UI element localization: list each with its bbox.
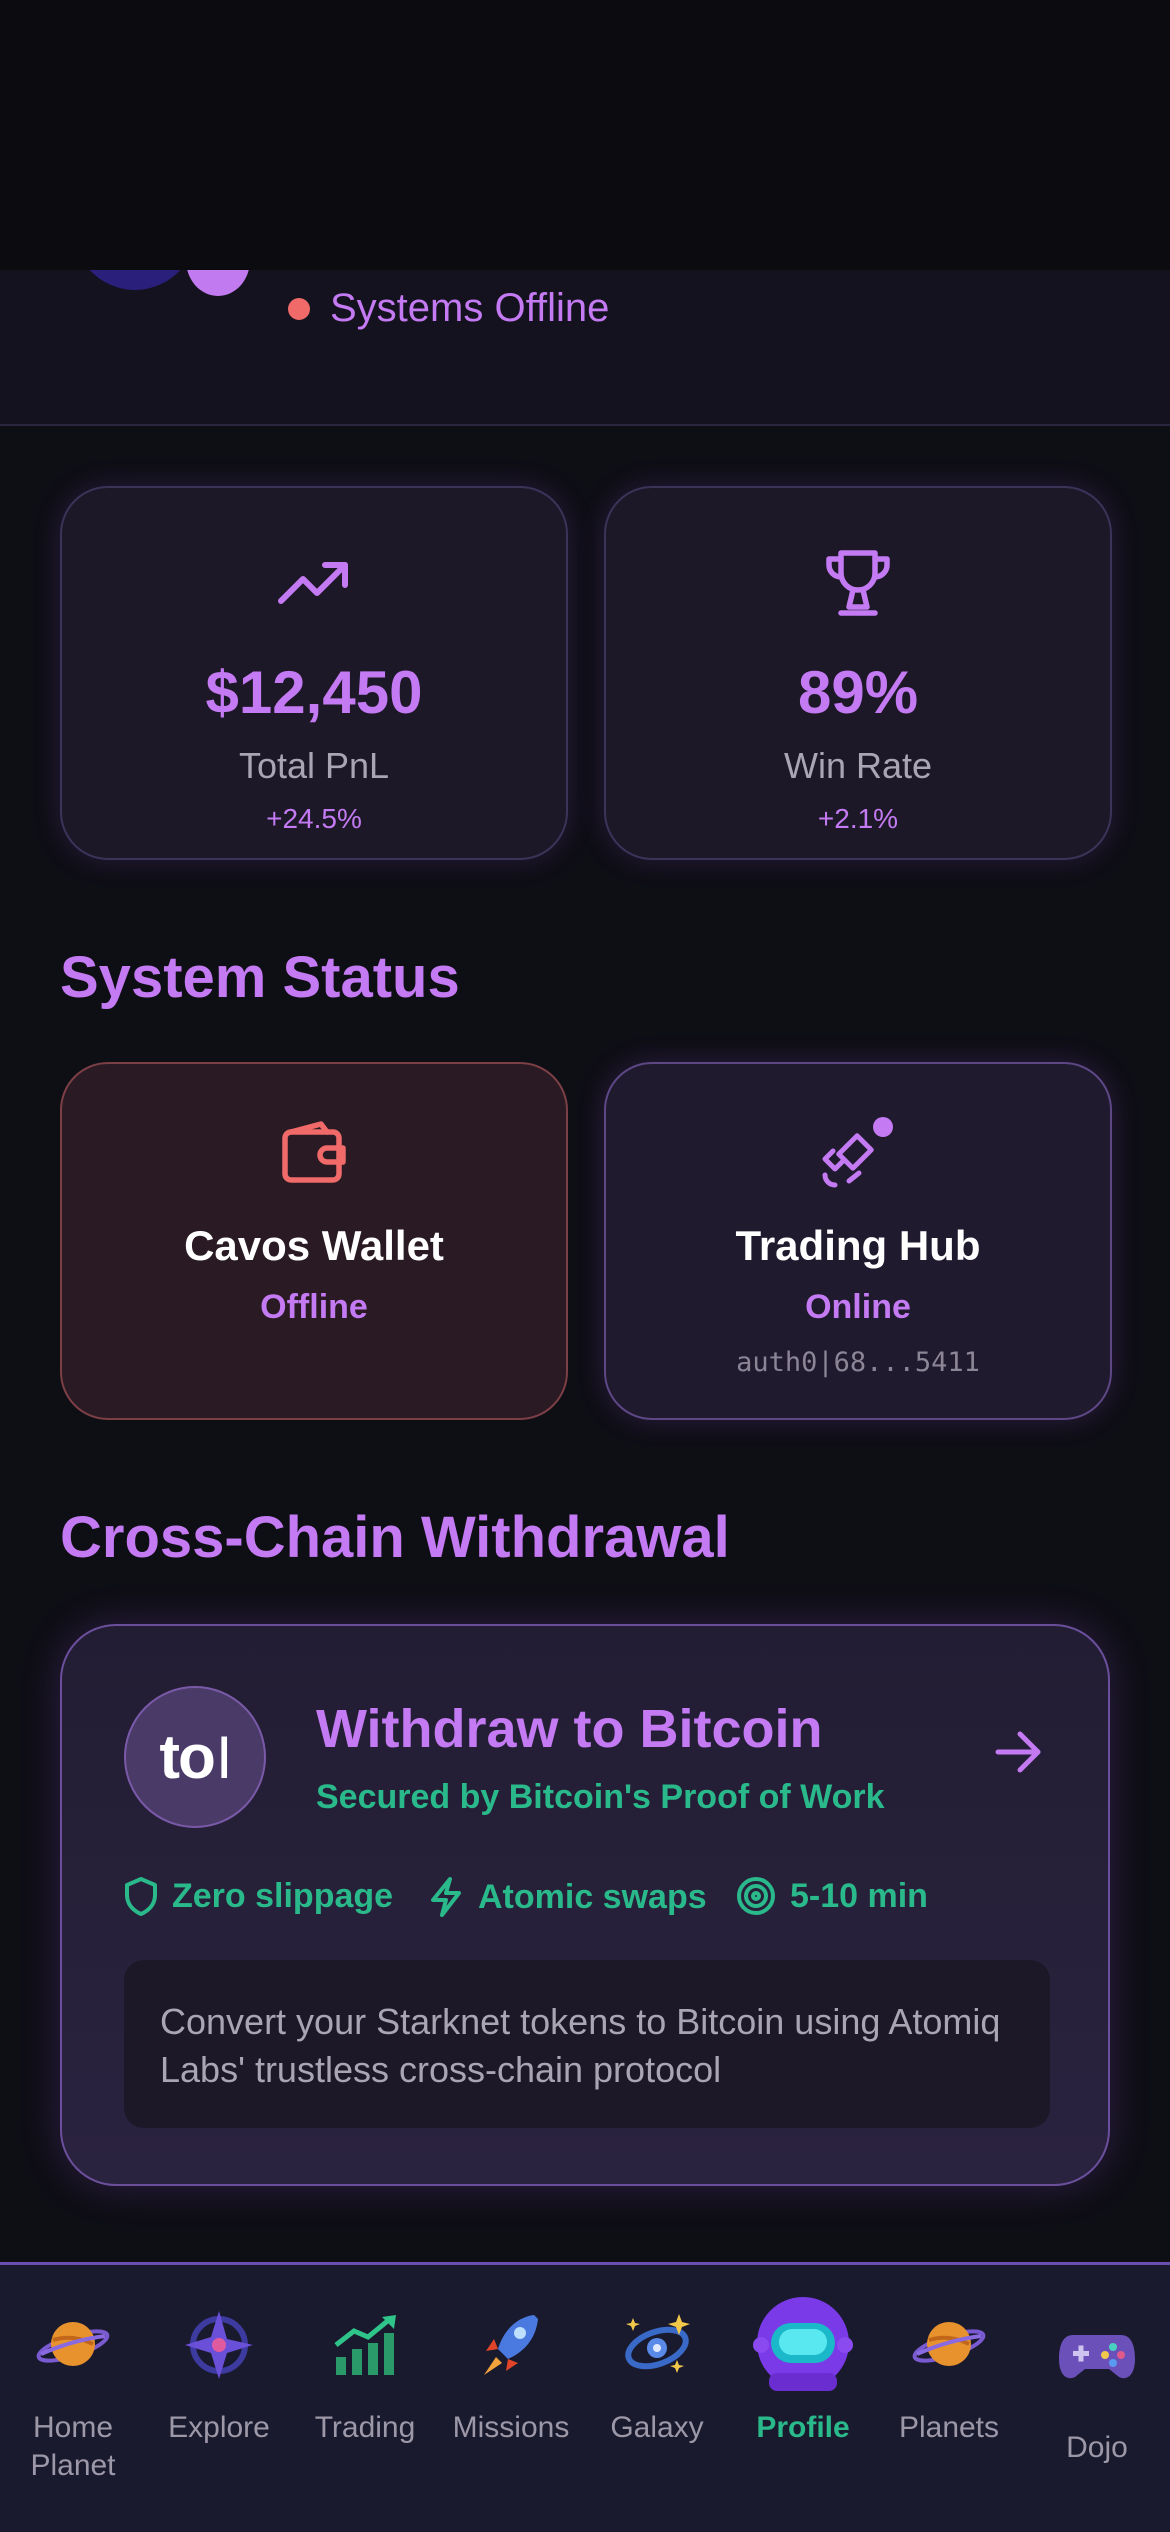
nav-item-galaxy[interactable]: Galaxy — [584, 2285, 730, 2447]
system-card-trading-hub[interactable]: Trading Hub Online auth0|68...5411 — [604, 1062, 1112, 1420]
nav-item-missions[interactable]: Missions — [438, 2285, 584, 2447]
stat-value: 89% — [797, 659, 919, 726]
nav-item-explore[interactable]: Explore — [146, 2285, 292, 2447]
bitcoin-logo-icon: to I — [124, 1686, 266, 1828]
feature-zero-slippage: Zero slippage — [124, 1876, 393, 1916]
wallet-icon — [281, 1112, 347, 1192]
bottom-nav: Home Planet Explore Trading Missions Gal… — [0, 2262, 1170, 2532]
shield-icon — [125, 1877, 157, 1916]
status-text: Systems Offline — [330, 286, 610, 330]
rocket-icon — [478, 2285, 544, 2405]
planet-icon — [33, 2285, 113, 2405]
trophy-icon — [823, 548, 893, 618]
section-title-system-status: System Status — [60, 945, 460, 1010]
withdraw-subtitle: Secured by Bitcoin's Proof of Work — [316, 1778, 885, 1816]
withdraw-to-bitcoin-card[interactable]: to I Withdraw to Bitcoin Secured by Bitco… — [60, 1624, 1110, 2186]
feature-label: Zero slippage — [172, 1876, 394, 1915]
logo-text: to — [159, 1722, 216, 1792]
stat-change: +24.5% — [266, 803, 362, 834]
astronaut-helmet-icon — [751, 2285, 855, 2405]
nav-label: Galaxy — [610, 2411, 704, 2444]
nav-label: Missions — [452, 2411, 570, 2444]
nav-label: Planets — [898, 2411, 1000, 2444]
trending-up-icon — [277, 548, 351, 618]
section-title-cross-chain-withdrawal: Cross-Chain Withdrawal — [60, 1505, 730, 1570]
shuriken-icon — [181, 2285, 257, 2405]
nav-label: Explore — [168, 2411, 270, 2444]
stat-value: $12,450 — [205, 659, 423, 726]
satellite-icon — [819, 1112, 897, 1192]
feature-duration: 5-10 min — [736, 1876, 928, 1916]
feature-atomic-swaps: Atomic swaps — [428, 1876, 707, 1918]
stat-label: Win Rate — [783, 745, 933, 786]
nav-item-dojo[interactable]: Dojo — [1024, 2285, 1170, 2467]
galaxy-icon — [619, 2285, 695, 2405]
system-auth-id: auth0|68...5411 — [736, 1347, 980, 1378]
nav-item-trading[interactable]: Trading — [292, 2285, 438, 2447]
nav-label: Profile — [756, 2411, 850, 2444]
feature-label: Atomic swaps — [478, 1877, 707, 1916]
nav-item-home-planet[interactable]: Home Planet — [0, 2285, 146, 2485]
gamepad-icon — [1057, 2285, 1137, 2425]
arrow-right-icon[interactable] — [994, 1730, 1044, 1779]
lightning-icon — [431, 1877, 461, 1917]
stat-label: Total PnL — [238, 745, 390, 786]
top-overlay — [0, 0, 1170, 270]
chart-icon — [330, 2285, 400, 2405]
stat-card-total-pnl: $12,450 Total PnL +24.5% — [60, 486, 568, 860]
nav-label: Home Planet — [30, 2411, 116, 2482]
planet-icon — [909, 2285, 989, 2405]
nav-label: Dojo — [1066, 2431, 1128, 2464]
nav-item-planets[interactable]: Planets — [876, 2285, 1022, 2447]
connection-status: Systems Offline — [288, 286, 609, 331]
system-name: Trading Hub — [735, 1222, 981, 1269]
system-state: Offline — [260, 1288, 368, 1326]
nav-label: Trading — [314, 2411, 416, 2444]
status-dot-icon — [288, 297, 310, 320]
nav-item-profile[interactable]: Profile — [730, 2285, 876, 2447]
withdraw-title: Withdraw to Bitcoin — [316, 1699, 823, 1759]
target-icon — [737, 1877, 775, 1915]
feature-label: 5-10 min — [790, 1876, 928, 1915]
system-state: Online — [805, 1288, 911, 1326]
withdraw-description: Convert your Starknet tokens to Bitcoin … — [124, 1960, 1050, 2128]
stat-change: +2.1% — [817, 803, 899, 834]
system-card-cavos-wallet[interactable]: Cavos Wallet Offline — [60, 1062, 568, 1420]
stat-card-win-rate: 89% Win Rate +2.1% — [604, 486, 1112, 860]
system-name: Cavos Wallet — [184, 1222, 444, 1269]
